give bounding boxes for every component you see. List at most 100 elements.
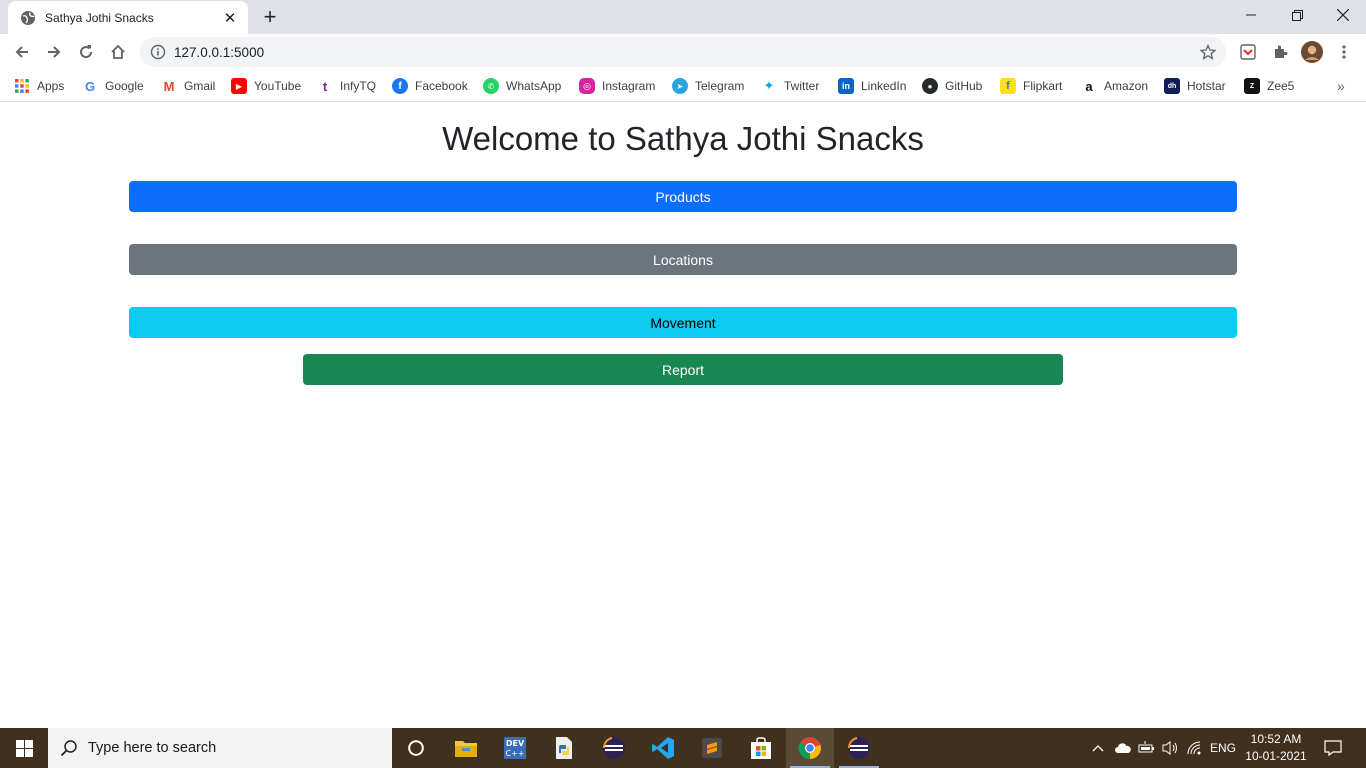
chevron-double-right-icon: » <box>1337 78 1345 94</box>
home-button[interactable] <box>104 38 132 66</box>
apps-grid-icon <box>15 79 29 93</box>
taskbar-chrome[interactable] <box>786 728 834 768</box>
taskbar-python-idle[interactable] <box>540 728 588 768</box>
notification-icon <box>1324 740 1342 756</box>
products-button[interactable]: Products <box>129 181 1237 212</box>
clock-date: 10-01-2021 <box>1245 749 1307 763</box>
battery-tray[interactable] <box>1136 728 1158 768</box>
bookmark-hotstar[interactable]: dh Hotstar <box>1164 76 1226 96</box>
start-button[interactable] <box>0 728 48 768</box>
youtube-icon: ▶ <box>231 78 247 94</box>
back-button[interactable] <box>8 38 36 66</box>
taskbar-eclipse[interactable] <box>590 728 638 768</box>
taskbar-dev-cpp[interactable]: DEV C++ <box>491 728 539 768</box>
github-icon: ● <box>922 78 938 94</box>
pocket-icon <box>1240 44 1256 60</box>
devcpp-icon: DEVC++ <box>504 737 526 759</box>
url-text[interactable]: 127.0.0.1:5000 <box>174 45 264 60</box>
bookmark-instagram[interactable]: ◎ Instagram <box>579 76 655 96</box>
close-window-button[interactable] <box>1320 0 1366 30</box>
instagram-icon: ◎ <box>579 78 595 94</box>
bookmark-label: GitHub <box>945 79 983 93</box>
bookmark-linkedin[interactable]: in LinkedIn <box>838 76 906 96</box>
battery-plug-icon <box>1138 741 1154 753</box>
more-bookmarks-button[interactable]: » <box>1337 76 1345 96</box>
bookmarks-bar: Apps G Google M Gmail ▶ YouTube t InfyTQ… <box>0 70 1366 102</box>
bookmark-label: InfyTQ <box>340 79 377 93</box>
arrow-right-icon <box>48 46 61 58</box>
puzzle-icon <box>1275 45 1288 58</box>
bookmark-flipkart[interactable]: f Flipkart <box>1000 76 1062 96</box>
movement-button[interactable]: Movement <box>129 307 1237 338</box>
taskbar-eclipse-2[interactable] <box>835 728 883 768</box>
eclipse-icon <box>602 737 625 759</box>
page-content: Welcome to Sathya Jothi Snacks Products … <box>0 103 1366 728</box>
info-icon[interactable] <box>150 44 166 60</box>
menu-button[interactable] <box>1332 40 1356 64</box>
language-indicator[interactable]: ENG <box>1208 728 1238 768</box>
locations-button[interactable]: Locations <box>129 244 1237 275</box>
bookmark-apps[interactable]: Apps <box>14 76 64 96</box>
network-tray[interactable] <box>1184 728 1206 768</box>
restore-button[interactable] <box>1274 0 1320 30</box>
windows-logo-icon <box>15 739 33 757</box>
address-bar[interactable]: 127.0.0.1:5000 <box>140 37 1226 67</box>
more-vert-icon <box>1342 45 1346 59</box>
onedrive-tray[interactable] <box>1112 728 1134 768</box>
python-file-icon <box>556 737 572 759</box>
linkedin-icon: in <box>838 78 854 94</box>
bookmark-twitter[interactable]: ✦ Twitter <box>761 76 820 96</box>
bookmark-github[interactable]: ● GitHub <box>922 76 982 96</box>
bookmark-infytq[interactable]: t InfyTQ <box>317 76 376 96</box>
telegram-icon: ➤ <box>672 78 688 94</box>
bookmark-gmail[interactable]: M Gmail <box>161 76 216 96</box>
browser-tab-strip: Sathya Jothi Snacks ✕ + <box>0 0 1366 34</box>
twitter-icon: ✦ <box>763 78 775 93</box>
bookmark-label: Twitter <box>784 79 820 93</box>
gmail-icon: M <box>163 78 175 94</box>
wifi-icon <box>1187 741 1201 755</box>
folder-icon <box>455 741 477 757</box>
taskbar-search-box[interactable]: Type here to search <box>48 728 392 768</box>
bookmark-label: Apps <box>37 79 65 93</box>
bookmark-youtube[interactable]: ▶ YouTube <box>231 76 301 96</box>
bookmark-label: YouTube <box>254 79 302 93</box>
notifications-button[interactable] <box>1320 728 1346 768</box>
show-hidden-icons-button[interactable] <box>1088 728 1108 768</box>
bookmark-whatsapp[interactable]: ✆ WhatsApp <box>483 76 561 96</box>
bookmark-facebook[interactable]: f Facebook <box>392 76 468 96</box>
taskbar-sublime-text[interactable] <box>688 728 736 768</box>
store-bag-icon <box>751 737 771 759</box>
globe-icon <box>21 10 35 25</box>
star-icon[interactable] <box>1200 44 1216 60</box>
forward-button[interactable] <box>40 38 68 66</box>
bookmark-zee5[interactable]: Z Zee5 <box>1244 76 1294 96</box>
hotstar-icon: dh <box>1164 78 1180 94</box>
profile-avatar[interactable] <box>1300 40 1324 64</box>
bookmark-label: Facebook <box>415 79 468 93</box>
windows-taskbar: Type here to search DEV C++ ENG 10:52 AM… <box>0 728 1366 768</box>
reload-button[interactable] <box>72 38 100 66</box>
minimize-button[interactable] <box>1228 0 1274 30</box>
home-icon <box>111 44 125 59</box>
minimize-icon <box>1246 14 1256 16</box>
close-tab-icon[interactable]: ✕ <box>222 10 238 27</box>
taskbar-microsoft-store[interactable] <box>737 728 785 768</box>
search-icon <box>60 740 77 757</box>
bookmark-label: Gmail <box>184 79 216 93</box>
system-clock[interactable]: 10:52 AM 10-01-2021 <box>1240 731 1312 765</box>
taskbar-file-explorer[interactable] <box>442 728 490 768</box>
cortana-button[interactable] <box>392 728 440 768</box>
volume-tray[interactable] <box>1160 728 1182 768</box>
browser-tab[interactable]: Sathya Jothi Snacks ✕ <box>8 1 248 34</box>
report-button[interactable]: Report <box>303 354 1063 385</box>
extensions-button[interactable] <box>1268 40 1292 64</box>
taskbar-vscode[interactable] <box>639 728 687 768</box>
bookmark-amazon[interactable]: a Amazon <box>1081 76 1148 96</box>
extension-pocket-button[interactable] <box>1236 40 1260 64</box>
bookmark-label: Amazon <box>1104 79 1149 93</box>
bookmark-google[interactable]: G Google <box>82 76 144 96</box>
bookmark-telegram[interactable]: ➤ Telegram <box>672 76 744 96</box>
clock-time: 10:52 AM <box>1250 732 1302 746</box>
new-tab-button[interactable]: + <box>258 4 282 29</box>
